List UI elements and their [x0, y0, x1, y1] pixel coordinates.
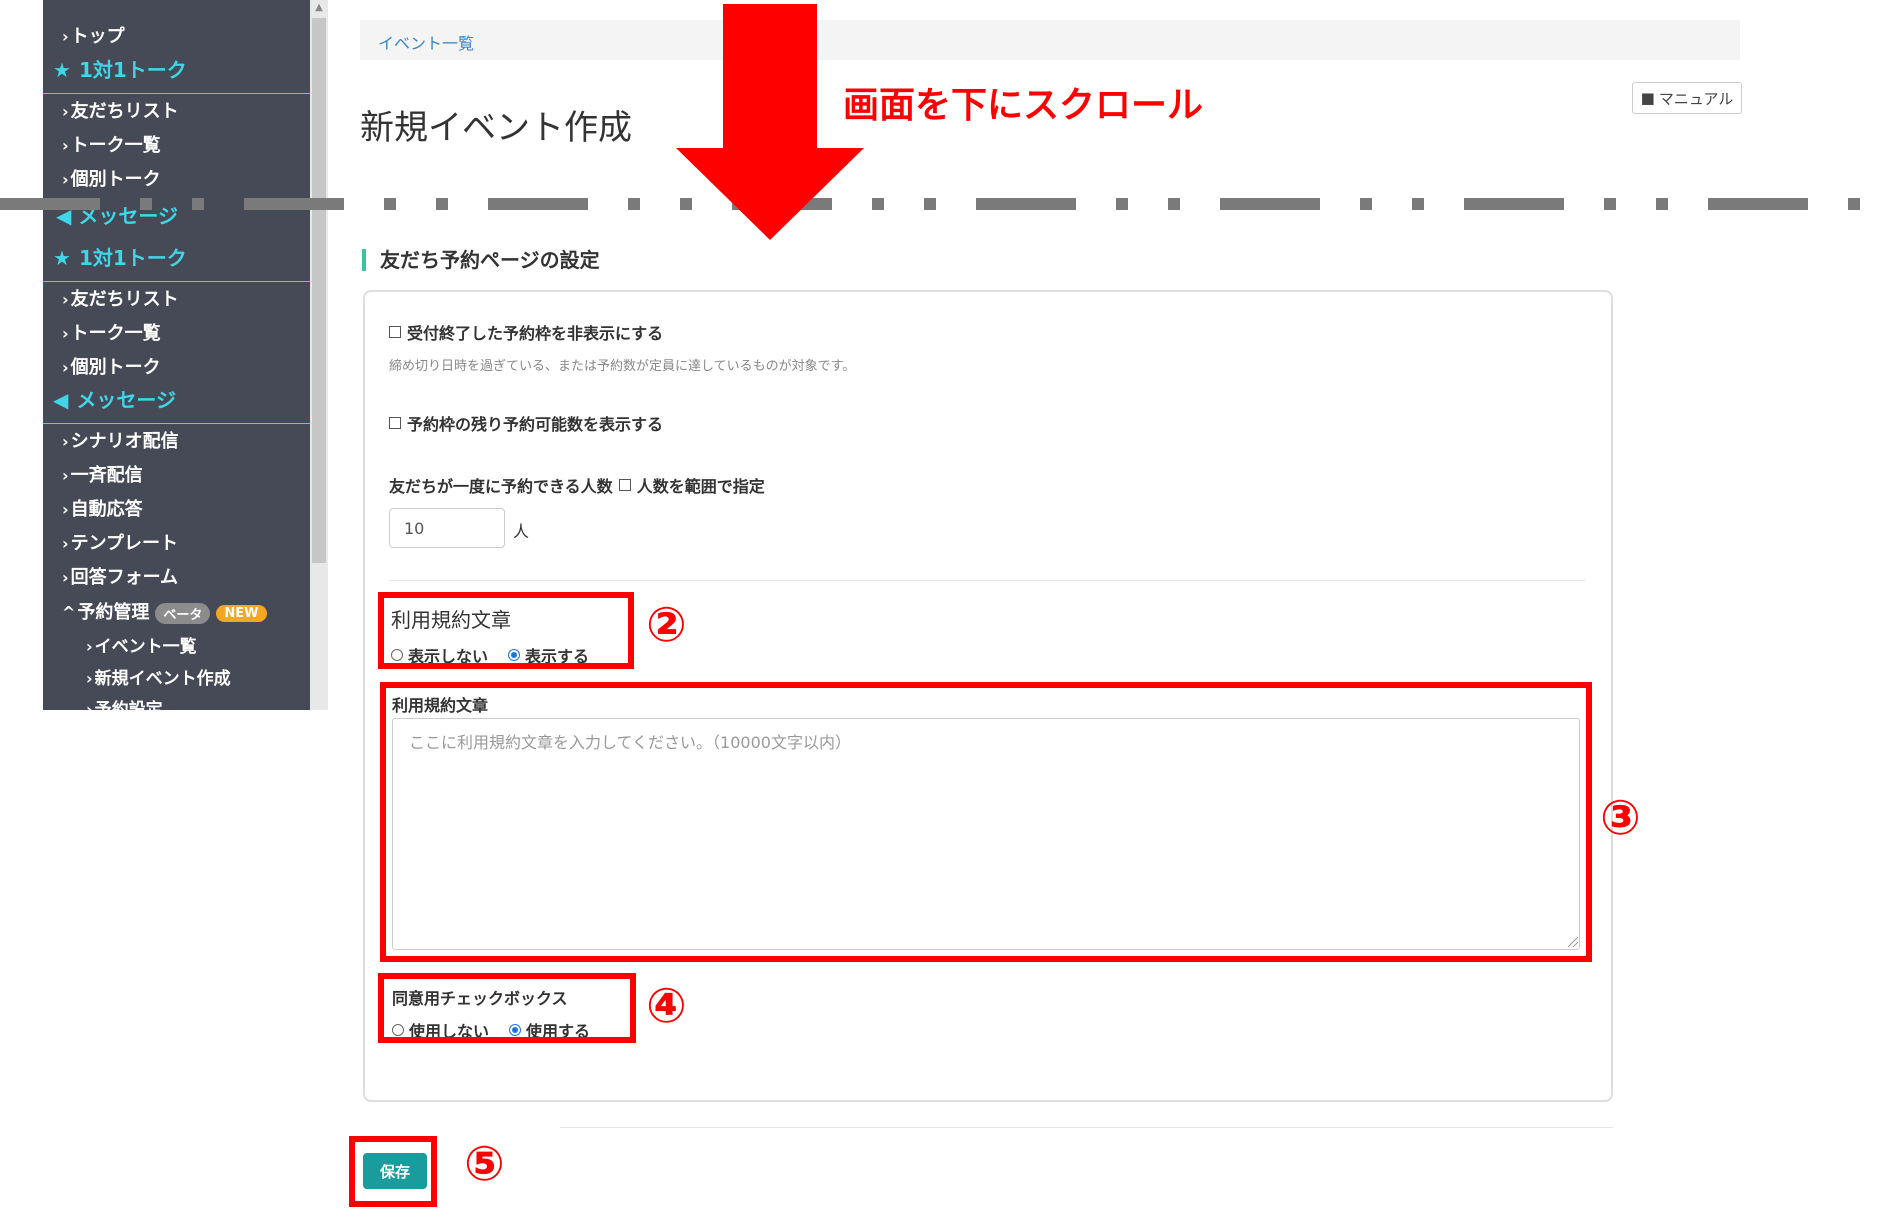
range-checkbox[interactable] — [618, 479, 631, 491]
chevron-up-icon: ^ — [62, 603, 76, 622]
hide-closed-hint: 締め切り日時を過ぎている、または予約数が定員に達しているものが対象です。 — [389, 359, 856, 374]
show-remaining-checkbox[interactable] — [389, 417, 401, 429]
annotation-number-2: ② — [646, 597, 687, 653]
chevron-right-icon: › — [86, 700, 93, 719]
sidebar-item-reserve[interactable]: ^ 予約管理 ベータ NEW — [62, 598, 267, 624]
star-icon: ★ — [53, 58, 71, 82]
chevron-right-icon: › — [62, 27, 69, 46]
chevron-right-icon: › — [62, 534, 69, 553]
sidebar-item-auto-reply[interactable]: › 自動応答 — [62, 495, 143, 521]
annotation-box-2 — [378, 592, 634, 669]
megaphone-icon: ◀ — [53, 388, 69, 412]
people-unit: 人 — [513, 522, 530, 541]
hide-closed-checkbox[interactable] — [389, 326, 401, 338]
sidebar-item-individual-talk[interactable]: › 個別トーク — [62, 165, 161, 191]
annotation-number-4: ④ — [646, 978, 687, 1034]
scroll-down-arrow-icon — [676, 4, 864, 240]
sidebar-item-event-list[interactable]: › イベント一覧 — [86, 632, 197, 657]
annotation-number-5: ⑤ — [464, 1136, 505, 1192]
breadcrumb: イベント一覧 — [360, 20, 1740, 60]
sidebar-item-top[interactable]: › トップ — [62, 22, 125, 48]
sidebar-item-broadcast[interactable]: › 一斉配信 — [62, 461, 143, 487]
annotation-number-3: ③ — [1600, 790, 1641, 846]
chevron-right-icon: › — [86, 669, 93, 688]
people-input[interactable]: 10 — [389, 508, 505, 548]
scroll-instruction: 画面を下にスクロール — [843, 85, 1204, 126]
sidebar-item-friends-list-2[interactable]: › 友だちリスト — [62, 285, 179, 311]
sidebar-section-one-on-one-2: ★ 1対1トーク — [43, 242, 310, 282]
section-title: 友だち予約ページの設定 — [362, 249, 600, 271]
chevron-right-icon: › — [62, 136, 69, 155]
hide-closed-checkbox-row[interactable]: 受付終了した予約枠を非表示にする — [389, 320, 663, 344]
sidebar-item-new-event[interactable]: › 新規イベント作成 — [86, 664, 231, 689]
scroll-divider — [0, 198, 1885, 210]
bottom-separator — [560, 1127, 1613, 1128]
sidebar-section-message: ◀ メッセージ — [43, 384, 310, 424]
chevron-right-icon: › — [62, 500, 69, 519]
breadcrumb-event-list-link[interactable]: イベント一覧 — [378, 30, 474, 54]
book-icon: ■ — [1640, 89, 1655, 107]
scroll-up-arrow-icon[interactable]: ▲ — [311, 0, 327, 16]
sidebar-item-talk-list[interactable]: › トーク一覧 — [62, 131, 161, 157]
chevron-right-icon: › — [62, 568, 69, 587]
beta-badge: ベータ — [155, 602, 211, 624]
sidebar-section-one-on-one: ★ 1対1トーク — [43, 54, 310, 94]
sidebar-item-reserve-settings[interactable]: › 予約設定 — [86, 695, 163, 720]
chevron-right-icon: › — [62, 170, 69, 189]
star-icon: ★ — [53, 246, 71, 270]
chevron-right-icon: › — [62, 358, 69, 377]
chevron-right-icon: › — [62, 324, 69, 343]
annotation-box-3 — [380, 682, 1592, 962]
page-title: 新規イベント作成 — [360, 108, 632, 148]
separator — [389, 580, 1585, 581]
people-label-row: 友だちが一度に予約できる人数 人数を範囲で指定 — [389, 477, 765, 496]
show-remaining-checkbox-row[interactable]: 予約枠の残り予約可能数を表示する — [389, 411, 663, 435]
sidebar-item-friends-list[interactable]: › 友だちリスト — [62, 97, 179, 123]
new-badge: NEW — [216, 604, 267, 622]
chevron-right-icon: › — [86, 637, 93, 656]
chevron-right-icon: › — [62, 466, 69, 485]
manual-button[interactable]: ■ マニュアル — [1632, 82, 1742, 114]
chevron-right-icon: › — [62, 290, 69, 309]
annotation-box-5 — [349, 1136, 437, 1207]
sidebar-item-individual-talk-2[interactable]: › 個別トーク — [62, 353, 161, 379]
sidebar-item-scenario[interactable]: › シナリオ配信 — [62, 427, 179, 453]
chevron-right-icon: › — [62, 432, 69, 451]
annotation-box-4 — [378, 973, 636, 1043]
sidebar-item-talk-list-2[interactable]: › トーク一覧 — [62, 319, 161, 345]
sidebar-scrollbar-thumb[interactable] — [312, 18, 326, 563]
sidebar-item-answer-form[interactable]: › 回答フォーム — [62, 563, 178, 589]
sidebar-item-template[interactable]: › テンプレート — [62, 529, 178, 555]
chevron-right-icon: › — [62, 102, 69, 121]
